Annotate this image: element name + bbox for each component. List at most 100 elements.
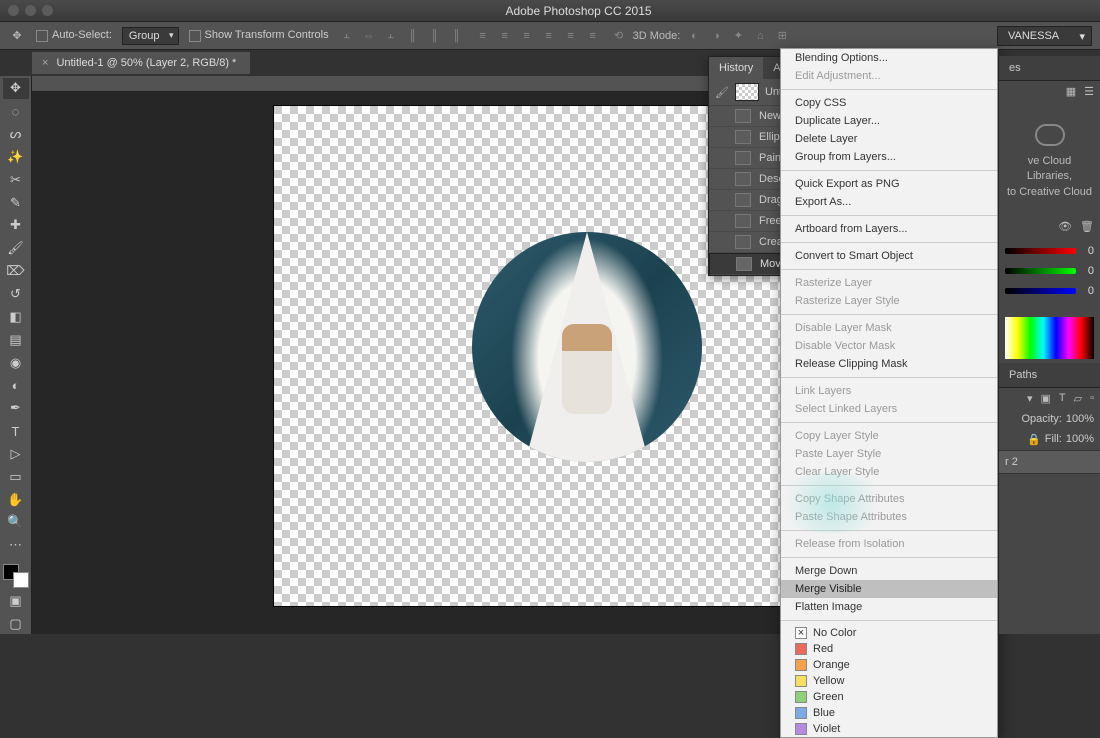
color-label-item[interactable]: Yellow	[781, 673, 997, 689]
align-left-icon[interactable]: ║	[405, 28, 421, 44]
menu-item[interactable]: Quick Export as PNG	[781, 175, 997, 193]
menu-item: Rasterize Layer Style	[781, 292, 997, 310]
mode-3d-icon[interactable]: ⊞	[774, 28, 790, 44]
r-value: 0	[1080, 245, 1094, 257]
menu-item[interactable]: Duplicate Layer...	[781, 112, 997, 130]
dodge-tool[interactable]: ◐	[3, 375, 29, 396]
menu-item[interactable]: Convert to Smart Object	[781, 247, 997, 265]
mode-3d-icon[interactable]: ⌂	[752, 28, 768, 44]
menu-item[interactable]: Delete Layer	[781, 130, 997, 148]
g-slider[interactable]	[1005, 268, 1076, 274]
color-label-item[interactable]: ×No Color	[781, 625, 997, 641]
workspace-select[interactable]: VANESSA	[997, 26, 1092, 46]
minimize-window-button[interactable]	[25, 5, 36, 16]
menu-item[interactable]: Blending Options...	[781, 49, 997, 67]
close-tab-icon[interactable]: ×	[42, 57, 48, 69]
img-icon[interactable]: ▣	[1040, 392, 1050, 405]
move-tool[interactable]: ✥	[3, 78, 29, 99]
history-brush-source-icon[interactable]: 🖌	[715, 86, 729, 99]
gradient-tool[interactable]: ▤	[3, 329, 29, 350]
eyedropper-tool[interactable]: ✎	[3, 192, 29, 213]
history-step-icon	[735, 193, 751, 207]
menu-separator	[781, 485, 997, 486]
mode-3d-icon[interactable]: ◐	[686, 28, 702, 44]
color-label-item[interactable]: Violet	[781, 721, 997, 737]
list-view-icon[interactable]: ☰	[1084, 85, 1094, 98]
filter-icon[interactable]: ▾	[1027, 392, 1033, 405]
color-swatches[interactable]	[3, 564, 29, 589]
menu-item[interactable]: Flatten Image	[781, 598, 997, 616]
quick-mask-button[interactable]: ▣	[3, 590, 29, 611]
paths-tab[interactable]: Paths	[999, 363, 1100, 388]
libraries-tab[interactable]: es	[999, 56, 1100, 81]
mode-3d-icon[interactable]: ✦	[730, 28, 746, 44]
eraser-tool[interactable]: ◧	[3, 306, 29, 327]
align-vcenter-icon[interactable]: ⇔	[361, 28, 377, 44]
color-label-item[interactable]: Green	[781, 689, 997, 705]
align-hcenter-icon[interactable]: ║	[427, 28, 443, 44]
history-brush-tool[interactable]: ↺	[3, 284, 29, 305]
smart-icon[interactable]: ▫	[1090, 392, 1094, 405]
r-slider[interactable]	[1005, 248, 1076, 254]
brush-tool[interactable]: 🖌	[3, 238, 29, 259]
link-icon[interactable]: 👁	[1058, 220, 1072, 233]
pen-tool[interactable]: ✒	[3, 398, 29, 419]
trash-icon[interactable]: 🗑	[1080, 220, 1094, 233]
menu-item[interactable]: Artboard from Layers...	[781, 220, 997, 238]
layer-row[interactable]: r 2	[999, 450, 1100, 474]
zoom-tool[interactable]: 🔍	[3, 512, 29, 533]
marquee-tool[interactable]: ◌	[3, 101, 29, 122]
edit-toolbar-button[interactable]: ⋯	[3, 535, 29, 556]
align-top-icon[interactable]: ⫠	[339, 28, 355, 44]
rectangle-tool[interactable]: ▭	[3, 466, 29, 487]
fill-value[interactable]: 100%	[1066, 433, 1094, 446]
lasso-tool[interactable]: ᔕ	[3, 124, 29, 145]
crop-tool[interactable]: ✂	[3, 169, 29, 190]
path-select-tool[interactable]: ▷	[3, 444, 29, 465]
mode-3d-icon[interactable]: ◑	[708, 28, 724, 44]
distribute-icon[interactable]: ≡	[519, 28, 535, 44]
color-spectrum[interactable]	[1005, 317, 1094, 359]
distribute-icon[interactable]: ≡	[497, 28, 513, 44]
align-bottom-icon[interactable]: ⫠	[383, 28, 399, 44]
blur-tool[interactable]: ◉	[3, 352, 29, 373]
distribute-icon[interactable]: ≡	[541, 28, 557, 44]
align-right-icon[interactable]: ║	[449, 28, 465, 44]
close-window-button[interactable]	[8, 5, 19, 16]
b-slider[interactable]	[1005, 288, 1076, 294]
grid-view-icon[interactable]: ▦	[1066, 85, 1076, 98]
color-label-text: No Color	[813, 627, 856, 639]
mode-3d-icon[interactable]: ⟲	[611, 28, 627, 44]
menu-item[interactable]: Group from Layers...	[781, 148, 997, 166]
auto-select-mode-select[interactable]: Group	[122, 27, 179, 45]
lock-icon[interactable]: 🔒	[1027, 433, 1041, 446]
menu-item[interactable]: Export As...	[781, 193, 997, 211]
magic-wand-tool[interactable]: ✨	[3, 147, 29, 168]
color-label-item[interactable]: Blue	[781, 705, 997, 721]
auto-select-checkbox[interactable]: Auto-Select:	[36, 29, 112, 41]
menu-item: Disable Layer Mask	[781, 319, 997, 337]
zoom-window-button[interactable]	[42, 5, 53, 16]
shape-icon[interactable]: ▱	[1074, 392, 1082, 405]
hand-tool[interactable]: ✋	[3, 489, 29, 510]
spot-heal-tool[interactable]: ✚	[3, 215, 29, 236]
type-tool[interactable]: T	[3, 421, 29, 442]
show-transform-checkbox[interactable]: Show Transform Controls	[189, 29, 329, 41]
background-swatch[interactable]	[13, 572, 29, 588]
color-label-item[interactable]: Orange	[781, 657, 997, 673]
menu-item[interactable]: Release Clipping Mask	[781, 355, 997, 373]
distribute-icon[interactable]: ≡	[563, 28, 579, 44]
distribute-icon[interactable]: ≡	[475, 28, 491, 44]
menu-item[interactable]: Merge Down	[781, 562, 997, 580]
history-tab[interactable]: History	[709, 57, 763, 79]
menu-item[interactable]: Copy CSS	[781, 94, 997, 112]
type-icon[interactable]: T	[1059, 392, 1066, 405]
document-tab[interactable]: × Untitled-1 @ 50% (Layer 2, RGB/8) *	[32, 52, 250, 74]
color-label-text: Orange	[813, 659, 850, 671]
clone-stamp-tool[interactable]: ⌦	[3, 261, 29, 282]
distribute-icon[interactable]: ≡	[585, 28, 601, 44]
opacity-value[interactable]: 100%	[1066, 413, 1094, 425]
menu-item[interactable]: Merge Visible	[781, 580, 997, 598]
color-label-item[interactable]: Red	[781, 641, 997, 657]
screen-mode-button[interactable]: ▢	[3, 613, 29, 634]
